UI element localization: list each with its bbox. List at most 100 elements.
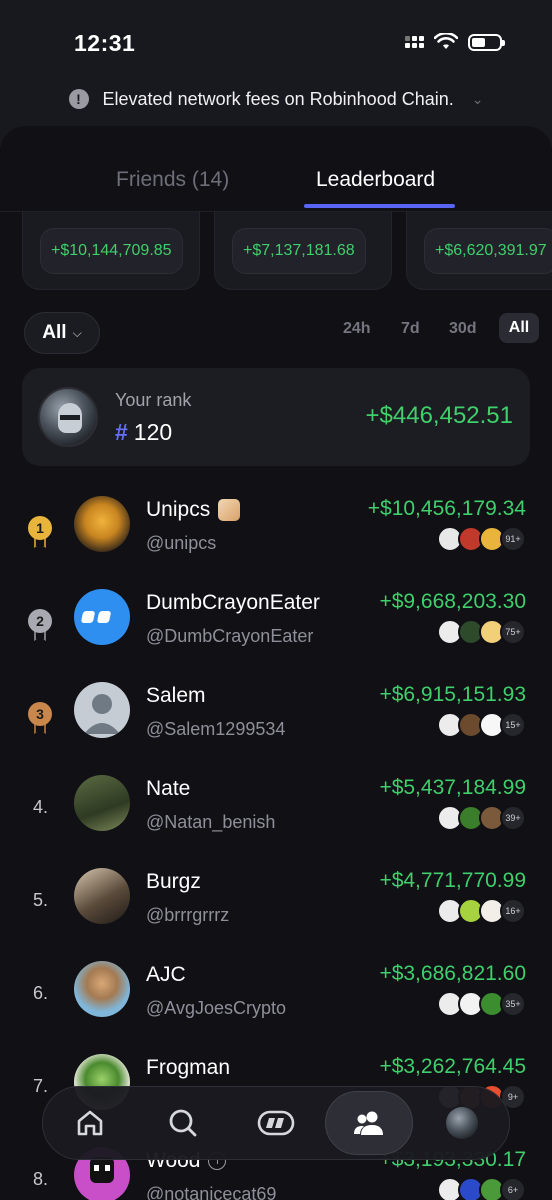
silver-medal-icon: 2 [28, 609, 54, 643]
holdings-more: 16+ [500, 898, 526, 924]
user-handle: @AvgJoesCrypto [146, 998, 287, 1018]
status-icons [405, 33, 505, 51]
gold-medal-icon: 1 [28, 516, 54, 550]
status-bar: 12:31 [0, 0, 552, 80]
user-pnl: +$3,686,821.60 [379, 962, 526, 985]
rank-number: 7. [33, 1076, 49, 1096]
leaderboard-row[interactable]: 5. Burgz @brrrgrrrz +$4,771,770.99 16+ [0, 868, 552, 960]
battery-icon [468, 33, 505, 51]
tab-leaderboard[interactable]: Leaderboard [316, 168, 435, 192]
your-rank-value: #120 [115, 419, 172, 446]
your-rank-card[interactable]: Your rank #120 +$446,452.51 [22, 368, 530, 466]
top-card-amount: +$10,144,709.85 [40, 228, 183, 274]
user-name: Salem [146, 684, 206, 707]
medal-rank: 3 [28, 702, 52, 726]
user-handle: @Natan_benish [146, 812, 276, 832]
user-pnl: +$5,437,184.99 [379, 776, 526, 799]
user-pnl: +$6,915,151.93 [379, 683, 526, 706]
user-handle: @brrrgrrrz [146, 905, 230, 925]
exchange-icon [257, 1110, 295, 1136]
status-time: 12:31 [74, 30, 136, 56]
holdings-stack: 16+ [437, 898, 526, 924]
your-rank-amount: +$446,452.51 [365, 402, 513, 429]
rank-number: 4. [33, 797, 49, 817]
avatar [74, 868, 130, 924]
holdings-more: 39+ [500, 805, 526, 831]
main-panel: +$10,144,709.85 +$7,137,181.68 +$6,620,3… [0, 126, 552, 1200]
holdings-more: 6+ [500, 1177, 526, 1200]
avatar [74, 682, 130, 738]
user-pnl: +$4,771,770.99 [379, 869, 526, 892]
leaderboard-row[interactable]: 2 DumbCrayonEater @DumbCrayonEater +$9,6… [0, 589, 552, 681]
chevron-down-icon: ⌵ [72, 325, 82, 340]
rank-number: 5. [33, 890, 49, 910]
tab-active-indicator [304, 204, 455, 208]
avatar [74, 589, 130, 645]
wifi-icon [434, 33, 458, 49]
holdings-stack: 35+ [437, 991, 526, 1017]
home-icon [77, 1110, 102, 1136]
leaderboard-row[interactable]: 4. Nate @Natan_benish +$5,437,184.99 39+ [0, 775, 552, 867]
badge-icon [218, 499, 241, 521]
rank-hash: # [115, 419, 128, 445]
user-pnl: +$9,668,203.30 [379, 590, 526, 613]
user-handle: @DumbCrayonEater [146, 626, 314, 646]
chevron-down-icon[interactable]: ⌄ [472, 91, 484, 108]
type-filter-dropdown[interactable]: All ⌵ [24, 312, 100, 354]
signal-icon [405, 36, 424, 48]
user-name-text: Unipcs [146, 498, 211, 521]
tab-bar: Friends (14) Leaderboard [0, 126, 552, 212]
nav-search[interactable] [139, 1091, 227, 1155]
user-name: Burgz [146, 870, 201, 893]
nav-friends[interactable] [325, 1091, 414, 1155]
holdings-more: 15+ [500, 712, 526, 738]
bottom-nav [42, 1086, 510, 1160]
rank-number: 8. [33, 1169, 49, 1189]
user-name: AJC [146, 963, 186, 986]
holdings-stack: 75+ [437, 619, 526, 645]
friends-icon [354, 1111, 384, 1135]
nav-profile[interactable] [418, 1091, 506, 1155]
avatar [38, 387, 98, 447]
top-card-amount: +$7,137,181.68 [232, 228, 366, 274]
tab-friends[interactable]: Friends (14) [116, 168, 229, 192]
holdings-stack: 91+ [437, 526, 526, 552]
user-name: Frogman [146, 1056, 231, 1079]
nav-home[interactable] [46, 1091, 134, 1155]
period-30d[interactable]: 30d [449, 320, 477, 338]
your-rank-label: Your rank [115, 390, 192, 410]
period-7d[interactable]: 7d [401, 320, 420, 338]
user-name: DumbCrayonEater [146, 591, 320, 614]
notice-text: Elevated network fees on Robinhood Chain… [102, 88, 454, 109]
holdings-stack: 15+ [437, 712, 526, 738]
period-all[interactable]: All [499, 313, 539, 343]
filter-row: All ⌵ 24h 7d 30d All [0, 312, 552, 356]
avatar [74, 961, 130, 1017]
user-pnl: +$10,456,179.34 [367, 497, 526, 520]
top-card-amount: +$6,620,391.97 [424, 228, 552, 274]
holdings-stack: 39+ [437, 805, 526, 831]
holdings-more: 91+ [500, 526, 526, 552]
alert-icon: ! [68, 89, 89, 109]
nav-exchange[interactable] [232, 1091, 320, 1155]
bronze-medal-icon: 3 [28, 702, 54, 736]
network-notice[interactable]: ! Elevated network fees on Robinhood Cha… [0, 84, 552, 114]
profile-avatar [446, 1107, 479, 1139]
leaderboard-row[interactable]: 3 Salem @Salem1299534 +$6,915,151.93 15+ [0, 682, 552, 774]
user-handle: @notanicecat69 [146, 1184, 277, 1200]
user-name: Nate [146, 777, 191, 800]
user-handle: @unipcs [146, 533, 217, 553]
avatar [74, 496, 130, 552]
holdings-more: 75+ [500, 619, 526, 645]
avatar [74, 775, 130, 831]
user-handle: @Salem1299534 [146, 719, 286, 739]
leaderboard-row[interactable]: 6. AJC @AvgJoesCrypto +$3,686,821.60 35+ [0, 961, 552, 1053]
holdings-more: 35+ [500, 991, 526, 1017]
holdings-stack: 6+ [437, 1177, 526, 1200]
period-24h[interactable]: 24h [343, 320, 371, 338]
medal-rank: 1 [28, 516, 52, 540]
type-filter-value: All [42, 322, 67, 343]
leaderboard-row[interactable]: 1 Unipcs @unipcs +$10,456,179.34 91+ [0, 496, 552, 588]
medal-rank: 2 [28, 609, 52, 633]
user-pnl: +$3,262,764.45 [379, 1055, 526, 1078]
